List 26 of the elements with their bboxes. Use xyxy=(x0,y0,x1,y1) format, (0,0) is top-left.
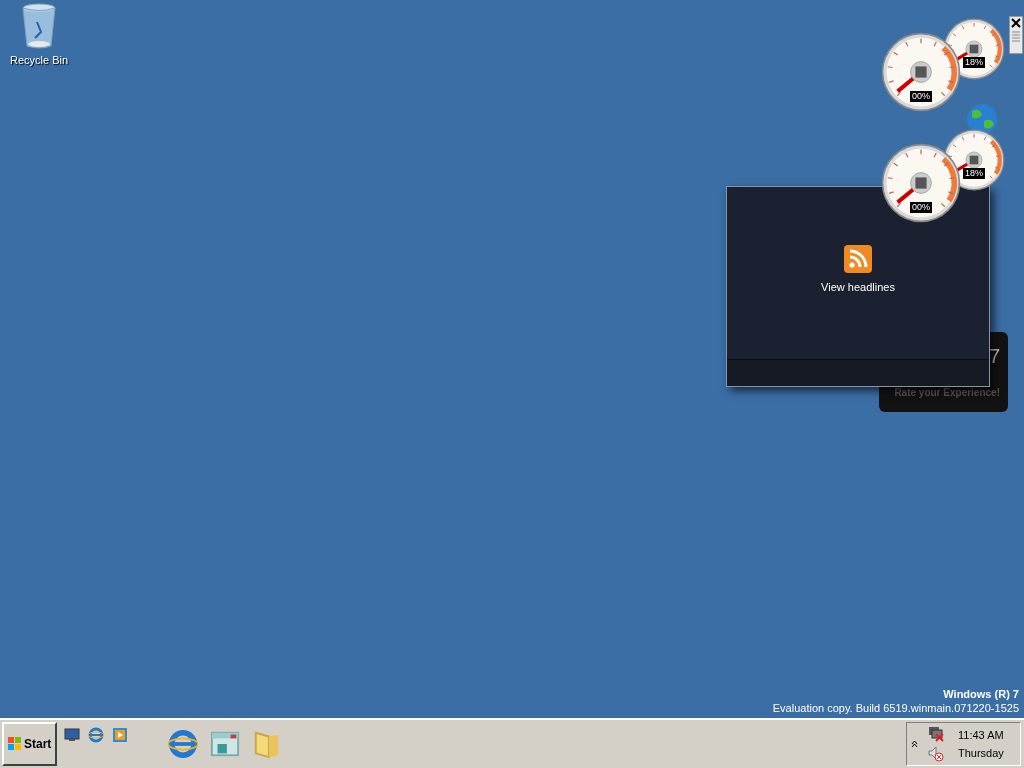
chevron-icon[interactable] xyxy=(911,740,918,748)
browser-e-icon[interactable] xyxy=(167,728,200,760)
rss-icon[interactable] xyxy=(844,245,872,273)
clock-time[interactable]: 11:43 AM xyxy=(958,728,1004,742)
monitor-shortcut-icon[interactable] xyxy=(63,726,82,744)
network-error-icon[interactable] xyxy=(928,726,944,742)
play-shortcut-icon[interactable] xyxy=(111,726,130,744)
clock-day[interactable]: Thursday xyxy=(958,746,1004,760)
close-icon[interactable] xyxy=(1010,17,1022,29)
rating-number: 7 xyxy=(988,346,1000,366)
rating-caption: Rate your Experience! xyxy=(894,386,1000,400)
windows-flag-icon xyxy=(8,737,22,751)
memory-reading: 18% xyxy=(963,168,985,179)
icon-label[interactable]: Recycle Bin xyxy=(9,52,69,69)
cpu-reading: 00% xyxy=(910,91,932,102)
sidebar-control[interactable] xyxy=(1009,16,1023,54)
windows-version-text: Windows (R) 7 xyxy=(943,687,1019,701)
build-text: Evaluation copy. Build 6519.winmain.071220-1525 xyxy=(772,701,1019,715)
view-headlines-link[interactable]: View headlines xyxy=(821,279,895,296)
cpu-reading: 00% xyxy=(910,202,932,213)
browser-e-shortcut-icon[interactable] xyxy=(87,726,106,744)
memory-reading: 18% xyxy=(963,57,985,68)
start-button[interactable]: Start xyxy=(2,722,58,766)
grip-icon[interactable] xyxy=(1011,29,1021,45)
trash-bin-icon[interactable] xyxy=(21,2,57,50)
speaker-muted-icon[interactable] xyxy=(928,746,944,762)
